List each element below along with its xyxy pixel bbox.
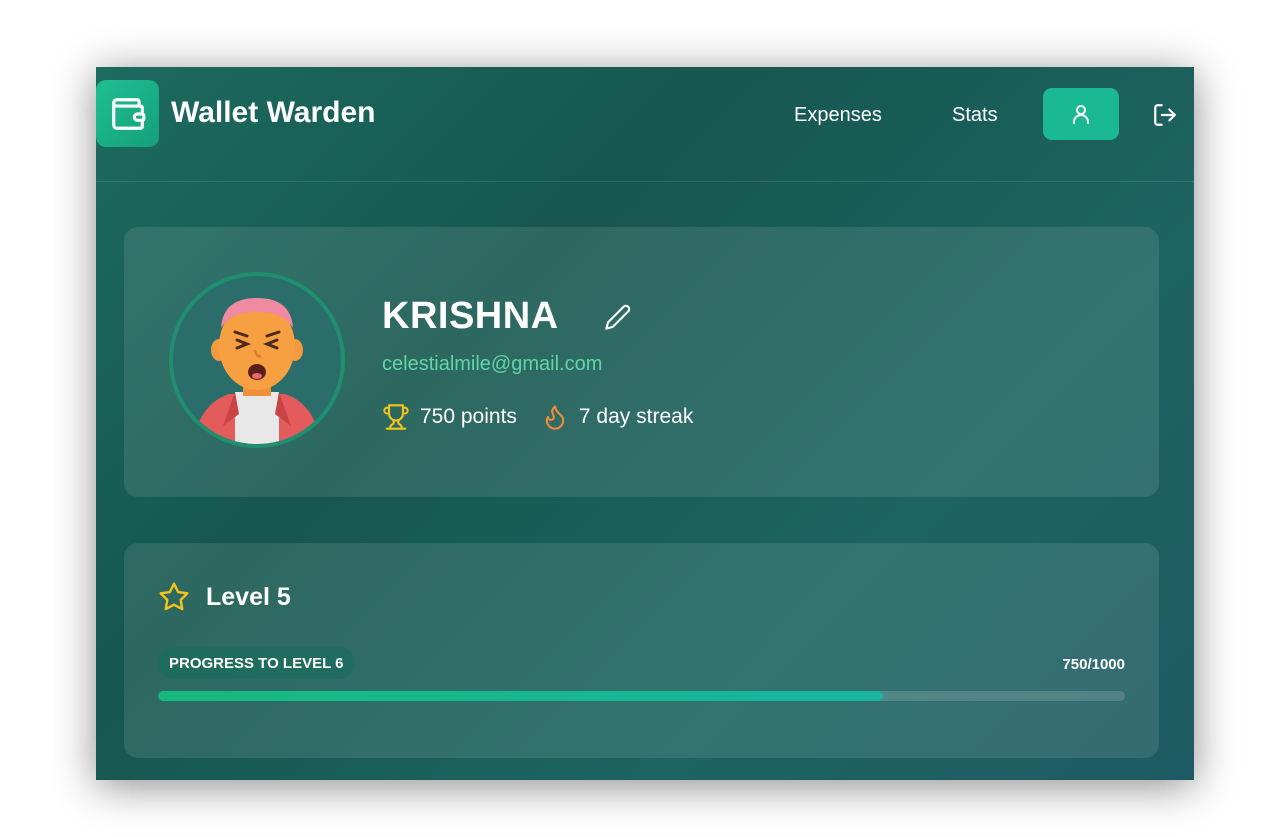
profile-email: celestialmile@gmail.com	[382, 353, 603, 375]
profile-card: KRISHNA celestialmile@gmail.com 750 poin…	[124, 227, 1159, 497]
top-navbar: Wallet Warden Expenses Stats	[96, 67, 1194, 182]
avatar[interactable]	[169, 272, 345, 448]
progress-label-badge: PROGRESS TO LEVEL 6	[158, 647, 355, 679]
level-heading: Level 5	[158, 581, 291, 613]
star-icon	[159, 582, 189, 611]
profile-stats: 750 points 7 day streak	[382, 403, 693, 431]
pencil-icon[interactable]	[604, 303, 632, 331]
profile-button[interactable]	[1043, 88, 1119, 140]
points-value: 750 points	[420, 405, 517, 428]
level-progress-fill	[158, 691, 884, 701]
app-window: Wallet Warden Expenses Stats KRISHNA cel…	[96, 67, 1194, 780]
logout-icon	[1154, 104, 1176, 126]
progress-count: 750/1000	[1062, 656, 1125, 673]
streak-value: 7 day streak	[578, 405, 694, 428]
trophy-icon	[383, 404, 409, 430]
profile-name: KRISHNA	[382, 295, 559, 337]
level-progress-bar	[158, 691, 1125, 701]
app-title: Wallet Warden	[171, 96, 376, 129]
user-icon	[1073, 105, 1089, 124]
flame-icon	[545, 405, 565, 430]
nav-stats-link[interactable]: Stats	[952, 104, 998, 127]
level-card: Level 5 PROGRESS TO LEVEL 6 750/1000	[124, 543, 1159, 758]
logout-button[interactable]	[1152, 102, 1178, 128]
level-title: Level 5	[206, 582, 291, 611]
nav-expenses-link[interactable]: Expenses	[794, 104, 882, 127]
wallet-logo-icon	[96, 80, 159, 147]
